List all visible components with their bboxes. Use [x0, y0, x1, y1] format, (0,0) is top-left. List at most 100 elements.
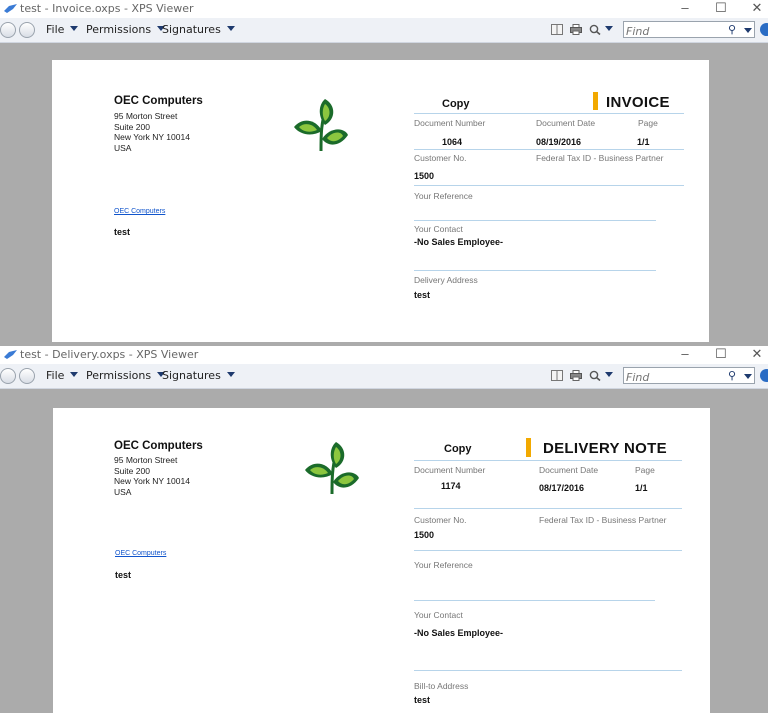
- menu-permissions[interactable]: Permissions: [86, 23, 166, 36]
- your-contact-label: Your Contact: [414, 224, 463, 234]
- menu-file-label: File: [46, 23, 65, 36]
- chevron-down-icon: [605, 26, 613, 31]
- menu-signatures[interactable]: Signatures: [162, 23, 235, 36]
- menu-file[interactable]: File: [46, 369, 79, 382]
- divider-line: [414, 550, 682, 551]
- maximize-button[interactable]: ☐: [706, 0, 736, 18]
- chevron-down-icon: [605, 372, 613, 377]
- page-label: Page: [638, 118, 658, 128]
- zoom-dropdown[interactable]: [605, 369, 613, 382]
- address-line: 95 Morton Street: [114, 111, 178, 121]
- tax-id-label: Federal Tax ID - Business Partner: [536, 153, 664, 163]
- address-line: USA: [114, 142, 132, 153]
- divider-line: [414, 460, 682, 461]
- help-icon[interactable]: [760, 23, 768, 36]
- close-button[interactable]: ✕: [742, 0, 768, 18]
- divider-line: [414, 270, 656, 271]
- document-date-value: 08/17/2016: [539, 483, 585, 493]
- menu-permissions-label: Permissions: [86, 23, 152, 36]
- chevron-down-icon: [70, 26, 79, 31]
- forward-button[interactable]: [19, 368, 35, 384]
- zoom-icon[interactable]: [589, 370, 601, 381]
- address-line: New York NY 10014: [114, 132, 190, 142]
- delivery-address-value: test: [414, 290, 431, 300]
- company-name: OEC Computers: [114, 440, 203, 452]
- delivery-address-label: Delivery Address: [414, 275, 478, 285]
- back-button[interactable]: [0, 368, 16, 384]
- xps-viewer-window-invoice: test - Invoice.oxps - XPS Viewer – ☐ ✕ F…: [0, 0, 768, 342]
- divider-line: [414, 600, 655, 601]
- chevron-down-icon: [70, 372, 79, 377]
- document-number-value: 1064: [442, 137, 463, 147]
- page-value: 1/1: [637, 137, 650, 147]
- menu-file[interactable]: File: [46, 23, 79, 36]
- page-value: 1/1: [635, 483, 648, 493]
- minimize-button[interactable]: –: [670, 346, 700, 364]
- company-leaf-logo: [305, 442, 359, 495]
- title-bar[interactable]: test - Delivery.oxps - XPS Viewer – ☐ ✕: [0, 346, 768, 364]
- window-title: test - Invoice.oxps - XPS Viewer: [20, 2, 194, 15]
- page-label: Page: [635, 465, 655, 475]
- find-box: ⚲: [623, 21, 755, 39]
- minimize-button[interactable]: –: [670, 0, 700, 18]
- search-icon[interactable]: ⚲: [728, 369, 736, 382]
- recipient-name: test: [115, 570, 132, 580]
- menu-signatures-label: Signatures: [162, 369, 221, 382]
- accent-bar: [526, 438, 531, 457]
- document-number-label: Document Number: [414, 118, 486, 128]
- title-bar[interactable]: test - Invoice.oxps - XPS Viewer – ☐ ✕: [0, 0, 768, 18]
- document-date-value: 08/19/2016: [536, 137, 582, 147]
- customer-number-label: Customer No.: [414, 153, 467, 163]
- forward-button[interactable]: [19, 22, 35, 38]
- your-contact-value: -No Sales Employee-: [414, 628, 504, 638]
- bill-to-address-value: test: [414, 695, 431, 705]
- company-name: OEC Computers: [114, 95, 203, 107]
- thumbnails-icon[interactable]: [551, 24, 563, 35]
- find-box: ⚲: [623, 367, 755, 385]
- chevron-down-icon: [226, 372, 235, 377]
- company-address: 95 Morton Street Suite 200 New York NY 1…: [114, 111, 190, 153]
- menu-signatures-label: Signatures: [162, 23, 221, 36]
- find-input[interactable]: [624, 24, 724, 39]
- menu-signatures[interactable]: Signatures: [162, 369, 235, 382]
- document-page: OEC Computers 95 Morton Street Suite 200…: [52, 60, 709, 342]
- divider-line: [414, 185, 684, 186]
- tax-id-label: Federal Tax ID - Business Partner: [539, 515, 667, 525]
- maximize-button[interactable]: ☐: [706, 346, 736, 364]
- toolbar: File Permissions Signatures ⚲: [0, 18, 768, 43]
- company-link[interactable]: OEC Computers: [115, 550, 166, 557]
- your-contact-label: Your Contact: [414, 610, 463, 620]
- thumbnails-icon[interactable]: [551, 370, 563, 381]
- address-line: Suite 200: [114, 465, 150, 476]
- find-input[interactable]: [624, 370, 724, 385]
- print-icon[interactable]: [570, 24, 582, 35]
- company-leaf-logo: [294, 99, 348, 152]
- company-address: 95 Morton Street Suite 200 New York NY 1…: [114, 455, 190, 497]
- help-icon[interactable]: [760, 369, 768, 382]
- menu-file-label: File: [46, 369, 65, 382]
- close-button[interactable]: ✕: [742, 346, 768, 364]
- bill-to-address-label: Bill-to Address: [414, 681, 469, 691]
- search-icon[interactable]: ⚲: [728, 23, 736, 36]
- toolbar: File Permissions Signatures ⚲: [0, 364, 768, 389]
- copy-label: Copy: [444, 443, 472, 455]
- accent-bar: [593, 92, 598, 110]
- address-line: 95 Morton Street: [114, 455, 178, 465]
- print-icon[interactable]: [570, 370, 582, 381]
- document-type-title: INVOICE: [606, 94, 670, 111]
- document-number-label: Document Number: [414, 465, 486, 475]
- back-button[interactable]: [0, 22, 16, 38]
- find-options-chevron-icon[interactable]: [744, 374, 752, 379]
- divider-line: [414, 670, 682, 671]
- customer-number-value: 1500: [414, 171, 435, 181]
- find-options-chevron-icon[interactable]: [744, 28, 752, 33]
- copy-label: Copy: [442, 98, 470, 110]
- menu-permissions-label: Permissions: [86, 369, 152, 382]
- zoom-dropdown[interactable]: [605, 23, 613, 36]
- menu-permissions[interactable]: Permissions: [86, 369, 166, 382]
- divider-line: [414, 508, 682, 509]
- company-link[interactable]: OEC Computers: [114, 208, 165, 215]
- document-page: OEC Computers 95 Morton Street Suite 200…: [53, 408, 710, 713]
- zoom-icon[interactable]: [589, 24, 601, 35]
- xps-viewer-window-delivery: test - Delivery.oxps - XPS Viewer – ☐ ✕ …: [0, 346, 768, 713]
